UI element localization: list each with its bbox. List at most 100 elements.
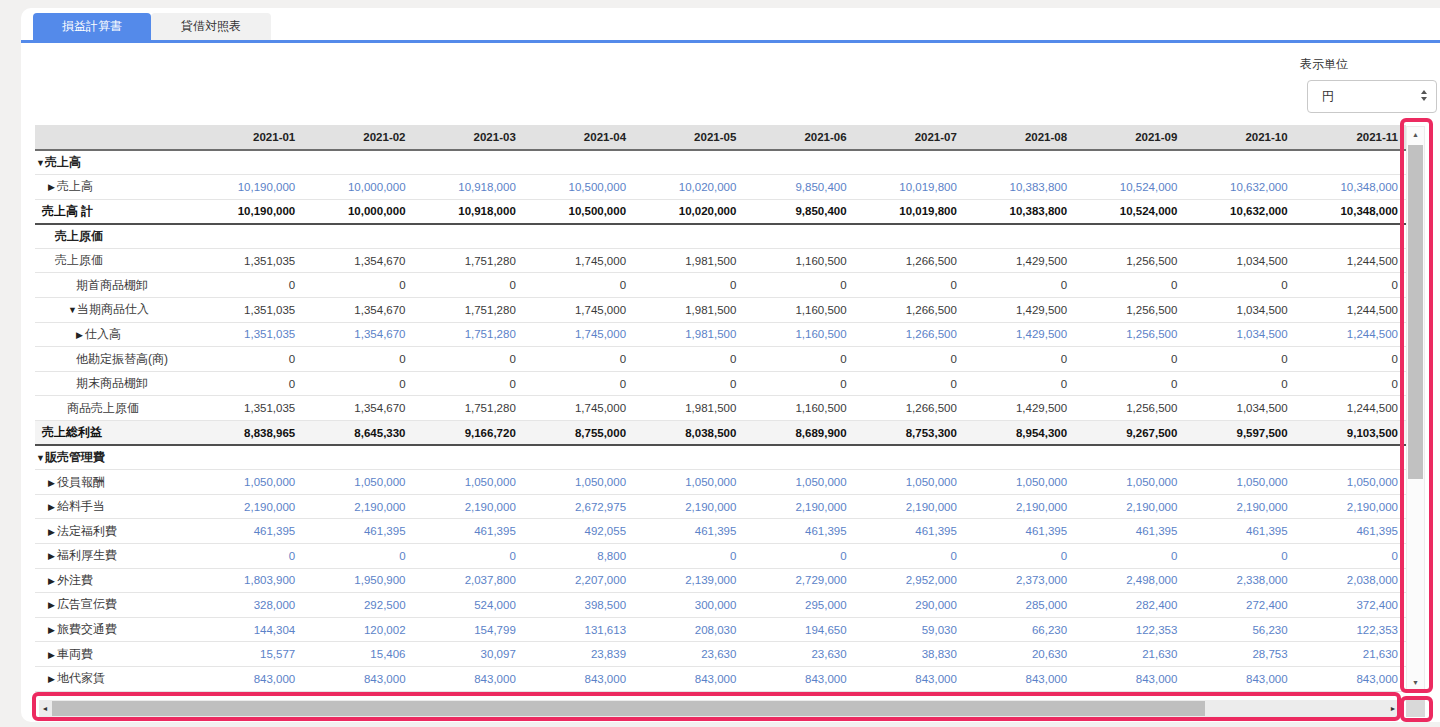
value-cell[interactable]: 1,050,000 — [965, 470, 1075, 495]
value-cell[interactable]: 2,190,000 — [414, 494, 524, 519]
value-cell[interactable]: 0 — [1185, 544, 1295, 569]
value-cell[interactable]: 10,020,000 — [634, 175, 744, 200]
value-cell[interactable]: 372,400 — [1296, 593, 1406, 618]
value-cell[interactable]: 2,190,000 — [1075, 494, 1185, 519]
value-cell[interactable]: 1,751,280 — [414, 322, 524, 347]
value-cell[interactable]: 285,000 — [965, 593, 1075, 618]
value-cell[interactable]: 2,037,800 — [414, 568, 524, 593]
value-cell[interactable]: 10,918,000 — [414, 175, 524, 200]
value-cell[interactable]: 10,524,000 — [1075, 175, 1185, 200]
value-cell[interactable]: 2,139,000 — [634, 568, 744, 593]
value-cell[interactable]: 0 — [1075, 544, 1185, 569]
value-cell[interactable]: 15,406 — [303, 642, 413, 667]
value-cell[interactable]: 1,160,500 — [744, 322, 854, 347]
value-cell[interactable]: 398,500 — [524, 593, 634, 618]
value-cell[interactable]: 300,000 — [634, 593, 744, 618]
expanded-triangle-icon[interactable]: ▼ — [36, 453, 45, 463]
value-cell[interactable]: 0 — [414, 544, 524, 569]
value-cell[interactable]: 0 — [1296, 544, 1406, 569]
expanded-triangle-icon[interactable]: ▼ — [68, 305, 77, 315]
value-cell[interactable]: 1,266,500 — [855, 322, 965, 347]
value-cell[interactable]: 122,353 — [1075, 617, 1185, 642]
value-cell[interactable]: 1,050,000 — [1296, 470, 1406, 495]
collapsed-triangle-icon[interactable]: ▶ — [48, 478, 57, 488]
value-cell[interactable]: 843,000 — [634, 666, 744, 691]
value-cell[interactable]: 122,353 — [1296, 617, 1406, 642]
value-cell[interactable]: 1,050,000 — [303, 470, 413, 495]
value-cell[interactable]: 21,630 — [1296, 642, 1406, 667]
tab-balance-sheet[interactable]: 貸借対照表 — [151, 13, 271, 40]
value-cell[interactable]: 38,830 — [855, 642, 965, 667]
collapsed-triangle-icon[interactable]: ▶ — [48, 182, 57, 192]
value-cell[interactable]: 9,850,400 — [744, 175, 854, 200]
value-cell[interactable]: 843,000 — [1296, 666, 1406, 691]
value-cell[interactable]: 15,577 — [193, 642, 303, 667]
value-cell[interactable]: 1,050,000 — [1075, 470, 1185, 495]
value-cell[interactable]: 2,190,000 — [1185, 494, 1295, 519]
value-cell[interactable]: 2,190,000 — [1296, 494, 1406, 519]
value-cell[interactable]: 0 — [303, 544, 413, 569]
tab-profit-loss[interactable]: 損益計算書 — [33, 13, 151, 40]
value-cell[interactable]: 131,613 — [524, 617, 634, 642]
row-label-cell[interactable]: ▶役員報酬 — [35, 470, 193, 495]
collapsed-triangle-icon[interactable]: ▶ — [48, 600, 57, 610]
value-cell[interactable]: 1,034,500 — [1185, 322, 1295, 347]
collapsed-triangle-icon[interactable]: ▶ — [48, 576, 57, 586]
value-cell[interactable]: 524,000 — [414, 593, 524, 618]
value-cell[interactable]: 461,395 — [855, 519, 965, 544]
value-cell[interactable]: 461,395 — [414, 519, 524, 544]
value-cell[interactable]: 843,000 — [855, 666, 965, 691]
value-cell[interactable]: 461,395 — [965, 519, 1075, 544]
value-cell[interactable]: 1,050,000 — [193, 470, 303, 495]
row-label-cell[interactable]: ▶福利厚生費 — [35, 544, 193, 569]
value-cell[interactable]: 30,097 — [414, 642, 524, 667]
value-cell[interactable]: 1,354,670 — [303, 322, 413, 347]
value-cell[interactable]: 461,395 — [1185, 519, 1295, 544]
value-cell[interactable]: 461,395 — [1075, 519, 1185, 544]
value-cell[interactable]: 2,038,000 — [1296, 568, 1406, 593]
value-cell[interactable]: 1,050,000 — [634, 470, 744, 495]
value-cell[interactable]: 21,630 — [1075, 642, 1185, 667]
value-cell[interactable]: 208,030 — [634, 617, 744, 642]
value-cell[interactable]: 461,395 — [1296, 519, 1406, 544]
collapsed-triangle-icon[interactable]: ▶ — [48, 527, 57, 537]
value-cell[interactable]: 843,000 — [414, 666, 524, 691]
collapsed-triangle-icon[interactable]: ▶ — [48, 674, 57, 684]
collapsed-triangle-icon[interactable]: ▶ — [48, 625, 57, 635]
value-cell[interactable]: 2,729,000 — [744, 568, 854, 593]
row-label-cell[interactable]: ▶広告宣伝費 — [35, 593, 193, 618]
value-cell[interactable]: 0 — [634, 544, 744, 569]
value-cell[interactable]: 144,304 — [193, 617, 303, 642]
row-label-cell[interactable]: ▶外注費 — [35, 568, 193, 593]
value-cell[interactable]: 1,803,900 — [193, 568, 303, 593]
value-cell[interactable]: 23,839 — [524, 642, 634, 667]
value-cell[interactable]: 1,745,000 — [524, 322, 634, 347]
collapsed-triangle-icon[interactable]: ▶ — [48, 551, 57, 561]
row-label-cell[interactable]: ▶法定福利費 — [35, 519, 193, 544]
value-cell[interactable]: 1,050,000 — [744, 470, 854, 495]
row-label-cell[interactable]: ▶車両費 — [35, 642, 193, 667]
value-cell[interactable]: 328,000 — [193, 593, 303, 618]
value-cell[interactable]: 23,630 — [744, 642, 854, 667]
value-cell[interactable]: 56,230 — [1185, 617, 1295, 642]
expanded-triangle-icon[interactable]: ▼ — [36, 158, 45, 168]
value-cell[interactable]: 843,000 — [744, 666, 854, 691]
value-cell[interactable]: 292,500 — [303, 593, 413, 618]
value-cell[interactable]: 2,190,000 — [303, 494, 413, 519]
value-cell[interactable]: 1,050,000 — [1185, 470, 1295, 495]
value-cell[interactable]: 66,230 — [965, 617, 1075, 642]
value-cell[interactable]: 10,190,000 — [193, 175, 303, 200]
collapsed-triangle-icon[interactable]: ▶ — [48, 650, 57, 660]
value-cell[interactable]: 2,338,000 — [1185, 568, 1295, 593]
value-cell[interactable]: 2,190,000 — [965, 494, 1075, 519]
value-cell[interactable]: 2,207,000 — [524, 568, 634, 593]
value-cell[interactable]: 2,190,000 — [193, 494, 303, 519]
value-cell[interactable]: 59,030 — [855, 617, 965, 642]
value-cell[interactable]: 1,050,000 — [414, 470, 524, 495]
value-cell[interactable]: 1,429,500 — [965, 322, 1075, 347]
value-cell[interactable]: 1,351,035 — [193, 322, 303, 347]
value-cell[interactable]: 272,400 — [1185, 593, 1295, 618]
value-cell[interactable]: 2,498,000 — [1075, 568, 1185, 593]
value-cell[interactable]: 1,050,000 — [855, 470, 965, 495]
value-cell[interactable]: 461,395 — [303, 519, 413, 544]
